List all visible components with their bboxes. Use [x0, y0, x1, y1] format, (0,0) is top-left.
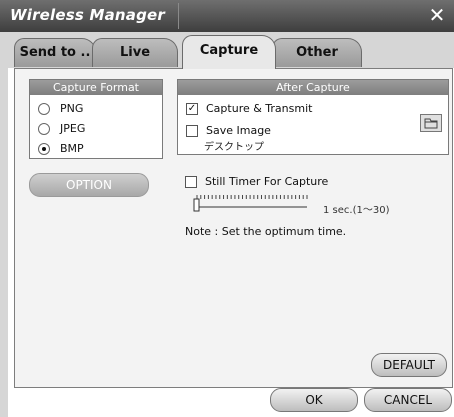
format-jpeg-label: JPEG: [60, 122, 86, 135]
still-timer-checkbox[interactable]: [185, 175, 197, 188]
window-frame: [0, 32, 8, 417]
window-title: Wireless Manager: [10, 6, 166, 24]
capture-transmit-row[interactable]: ✓ Capture & Transmit: [186, 102, 312, 115]
capture-transmit-label: Capture & Transmit: [206, 102, 313, 115]
radio-png[interactable]: [38, 102, 50, 115]
still-timer-row[interactable]: Still Timer For Capture: [185, 175, 328, 188]
tab-send-to[interactable]: Send to ..: [14, 38, 96, 67]
option-button[interactable]: OPTION: [29, 173, 149, 197]
tab-capture[interactable]: Capture: [182, 35, 276, 69]
timer-value-text: 1 sec.(1～30): [323, 205, 390, 216]
default-button[interactable]: DEFAULT: [371, 353, 447, 377]
radio-jpeg[interactable]: [38, 122, 50, 135]
slider-thumb[interactable]: [193, 198, 200, 212]
format-bmp-option[interactable]: BMP: [38, 142, 84, 155]
save-image-checkbox[interactable]: [186, 124, 198, 137]
capture-transmit-checkbox[interactable]: ✓: [186, 102, 198, 115]
ok-button[interactable]: OK: [270, 388, 358, 412]
title-bar: Wireless Manager ✕: [0, 0, 454, 33]
radio-bmp[interactable]: [38, 142, 50, 155]
title-divider: [178, 3, 179, 29]
timer-slider[interactable]: [191, 193, 311, 213]
format-bmp-label: BMP: [60, 142, 84, 155]
format-jpeg-option[interactable]: JPEG: [38, 122, 85, 135]
save-image-label: Save Image: [206, 124, 271, 137]
format-png-label: PNG: [60, 102, 84, 115]
still-timer-label: Still Timer For Capture: [205, 175, 329, 188]
capture-format-group: Capture Format PNG JPEG BMP: [29, 79, 163, 159]
format-png-option[interactable]: PNG: [38, 102, 83, 115]
after-capture-group: After Capture ✓ Capture & Transmit Save …: [177, 79, 449, 155]
close-icon[interactable]: ✕: [426, 4, 448, 26]
after-capture-title: After Capture: [178, 80, 448, 95]
cancel-button[interactable]: CANCEL: [364, 388, 452, 412]
capture-panel: Capture Format PNG JPEG BMP OPTION After…: [14, 68, 453, 388]
note-text: Note : Set the optimum time.: [185, 225, 347, 238]
capture-format-title: Capture Format: [30, 80, 162, 95]
slider-track-svg: [193, 195, 308, 212]
save-image-row[interactable]: Save Image: [186, 124, 271, 137]
browse-folder-button[interactable]: [420, 114, 442, 132]
tab-strip: Send to .. Live Capture Other: [0, 32, 454, 69]
save-path-text: デスクトップ: [204, 142, 264, 153]
tab-other[interactable]: Other: [272, 38, 362, 67]
tab-live[interactable]: Live: [92, 38, 178, 67]
folder-icon: [424, 118, 438, 129]
